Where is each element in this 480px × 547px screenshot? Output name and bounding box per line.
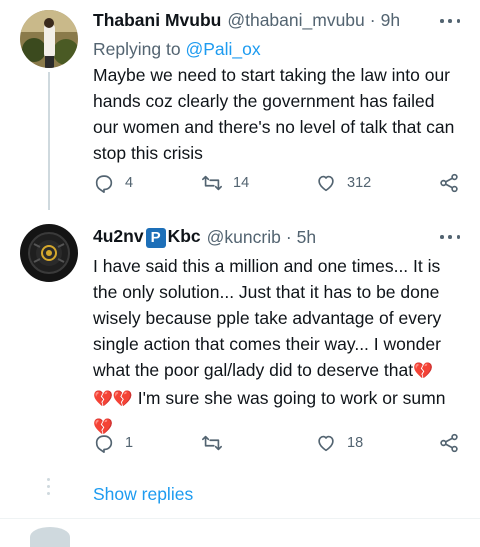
heart-icon [318,435,334,452]
show-replies-link[interactable]: Show replies [93,484,193,505]
avatar[interactable] [20,10,78,68]
reply-icon [95,175,113,193]
retweet-button[interactable] [201,432,233,454]
avatar[interactable] [20,224,78,282]
separator-dot: · [285,226,292,247]
display-name[interactable]: 4u2nv P Kbc [93,225,201,248]
share-button[interactable] [438,432,460,454]
replying-to: Replying to @Pali_ox [93,38,460,60]
reply-icon [95,435,113,453]
user-handle[interactable]: @kuncrib [207,226,281,248]
retweet-icon [202,435,222,451]
replying-label: Replying to [93,39,181,59]
share-icon [440,173,458,193]
like-count: 312 [347,175,372,191]
mention-link[interactable]: @Pali_ox [185,39,260,59]
reply-count: 1 [125,435,134,451]
like-button[interactable]: 18 [315,432,363,454]
tweet[interactable]: 4u2nv P Kbc @kuncrib · 5h I have said this… [0,216,480,468]
tweet-text: I have said this a million and one times… [93,256,446,436]
tweet-header: Thabani Mvubu @thabani_mvubu · 9h [93,9,460,31]
action-bar: 1 18 [93,432,460,458]
broken-heart-emoji: 💔💔 [93,391,133,408]
like-button[interactable]: 312 [315,172,371,194]
reply-count: 4 [125,175,134,191]
reply-button[interactable]: 1 [93,432,133,454]
heart-icon [318,175,334,192]
retweet-icon [202,175,222,191]
share-icon [440,433,458,453]
tweet[interactable]: Thabani Mvubu @thabani_mvubu · 9h Replyi… [0,0,480,210]
display-name[interactable]: Thabani Mvubu [93,9,221,31]
thread-dots [47,478,50,504]
share-button[interactable] [438,172,460,194]
divider [0,518,480,519]
like-count: 18 [347,435,364,451]
parking-p-emoji: P [145,228,166,248]
broken-heart-emoji: 💔 [413,363,433,380]
tweet-header: 4u2nv P Kbc @kuncrib · 5h [93,225,460,248]
user-handle[interactable]: @thabani_mvubu [227,9,364,31]
separator-dot: · [369,10,376,30]
avatar[interactable] [30,527,70,547]
tweet-text: Maybe we need to start taking the law in… [93,65,455,163]
retweet-count: 14 [233,175,250,191]
thread-line [48,72,50,210]
retweet-button[interactable]: 14 [201,172,249,194]
timestamp[interactable]: 9h [381,9,400,31]
more-options-icon[interactable] [440,17,460,25]
reply-button[interactable]: 4 [93,172,133,194]
timestamp[interactable]: 5h [297,226,316,248]
action-bar: 4 14 312 [93,172,460,198]
more-options-icon[interactable] [440,233,460,241]
